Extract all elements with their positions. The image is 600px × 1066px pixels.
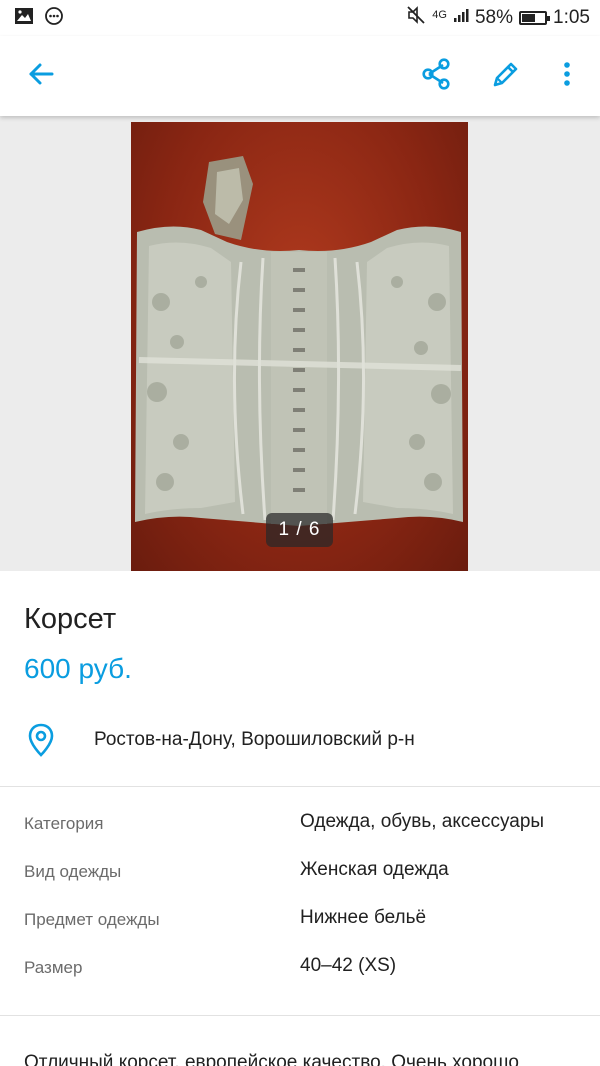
param-value: Одежда, обувь, аксессуары xyxy=(300,811,545,832)
network-type: 4G xyxy=(432,9,447,21)
app-bar xyxy=(0,36,600,116)
mute-icon xyxy=(406,5,426,31)
more-menu-button[interactable] xyxy=(547,56,587,96)
signal-icon xyxy=(453,7,469,29)
image-notification-icon xyxy=(14,7,34,30)
listing-title: Корсет xyxy=(24,603,117,635)
pencil-icon xyxy=(490,58,522,95)
status-bar: 4G 58% 1:05 xyxy=(0,0,600,36)
param-row: Вид одежды Женская одежда xyxy=(0,848,600,896)
battery-percent: 58% xyxy=(474,7,514,28)
listing-description: Отличный корсет, европейское качество. О… xyxy=(24,1052,519,1066)
back-button[interactable] xyxy=(21,56,61,96)
corset-illustration xyxy=(135,156,463,526)
share-icon xyxy=(421,57,451,95)
param-row: Предмет одежды Нижнее бельё xyxy=(0,896,600,944)
arrow-left-icon xyxy=(27,60,55,93)
edit-button[interactable] xyxy=(486,56,526,96)
battery-icon xyxy=(519,11,551,25)
clock: 1:05 xyxy=(553,7,590,28)
more-vert-icon xyxy=(562,60,572,93)
divider xyxy=(0,786,600,787)
param-value: Нижнее бельё xyxy=(300,907,427,928)
location-text: Ростов-на-Дону, Ворошиловский р-н xyxy=(94,729,415,750)
param-value: 40–42 (XS) xyxy=(300,955,397,976)
param-label: Размер xyxy=(24,958,83,977)
location-row[interactable]: Ростов-на-Дону, Ворошиловский р-н xyxy=(24,720,584,760)
param-row: Категория Одежда, обувь, аксессуары xyxy=(0,800,600,848)
listing-price: 600 руб. xyxy=(24,653,132,684)
param-value: Женская одежда xyxy=(300,859,449,880)
param-label: Предмет одежды xyxy=(24,910,160,929)
param-label: Категория xyxy=(24,814,104,833)
more-notification-icon xyxy=(44,6,64,31)
listing-photo[interactable] xyxy=(131,122,468,571)
share-button[interactable] xyxy=(416,56,456,96)
divider xyxy=(0,1015,600,1016)
photo-gallery[interactable]: 1 / 6 xyxy=(0,116,600,571)
param-row: Размер 40–42 (XS) xyxy=(0,944,600,992)
param-label: Вид одежды xyxy=(24,862,122,881)
location-pin-icon xyxy=(28,723,54,762)
photo-counter: 1 / 6 xyxy=(266,513,333,547)
